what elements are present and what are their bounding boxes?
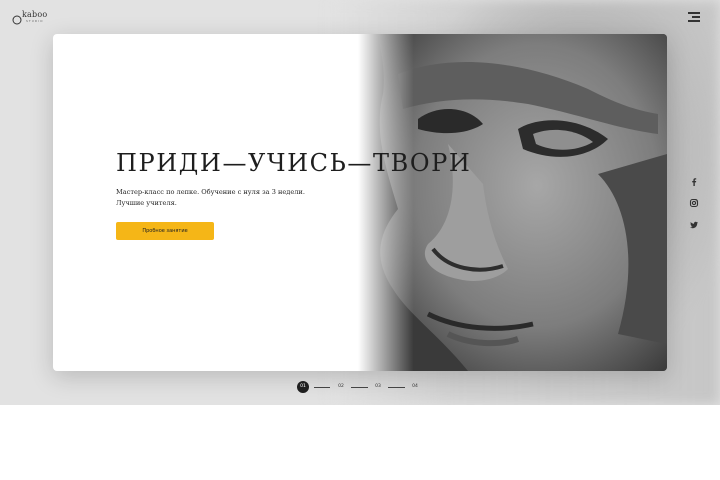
menu-button[interactable] <box>688 12 700 22</box>
trial-lesson-button[interactable]: Пробное занятие <box>116 222 214 240</box>
page-01[interactable]: 01 <box>297 381 309 393</box>
menu-line <box>688 12 700 14</box>
pagination-divider <box>351 387 368 388</box>
instagram-link[interactable] <box>688 197 700 209</box>
hero-card: ПРИДИ—УЧИСЬ—ТВОРИ Мастер-класс по лепке.… <box>53 34 667 371</box>
logo-tagline: STUDIO <box>26 19 44 23</box>
hero-subtitle: Мастер-класс по лепке. Обучение с нуля з… <box>116 187 316 209</box>
hero-subtitle-line-1: Мастер-класс по лепке. Обучение с нуля з… <box>116 188 305 196</box>
facebook-icon <box>692 178 697 186</box>
page-02[interactable]: 02 <box>335 381 347 393</box>
menu-line <box>692 16 700 18</box>
sculpture-face-image <box>358 34 667 371</box>
instagram-icon <box>689 198 699 208</box>
logo-text: kaboo <box>22 10 48 19</box>
slider-pagination: 01 02 03 04 <box>297 381 427 393</box>
hero-headline: ПРИДИ—УЧИСЬ—ТВОРИ <box>116 149 472 177</box>
pagination-divider <box>314 387 330 388</box>
menu-line <box>688 20 700 22</box>
twitter-link[interactable] <box>688 219 700 231</box>
logo[interactable]: kaboo STUDIO <box>12 10 52 26</box>
page-03[interactable]: 03 <box>372 381 384 393</box>
facebook-link[interactable] <box>688 176 700 188</box>
page-04[interactable]: 04 <box>409 381 421 393</box>
hero-subtitle-line-2: Лучшие учителя. <box>116 199 177 207</box>
pagination-divider <box>388 387 405 388</box>
twitter-icon <box>690 221 698 229</box>
